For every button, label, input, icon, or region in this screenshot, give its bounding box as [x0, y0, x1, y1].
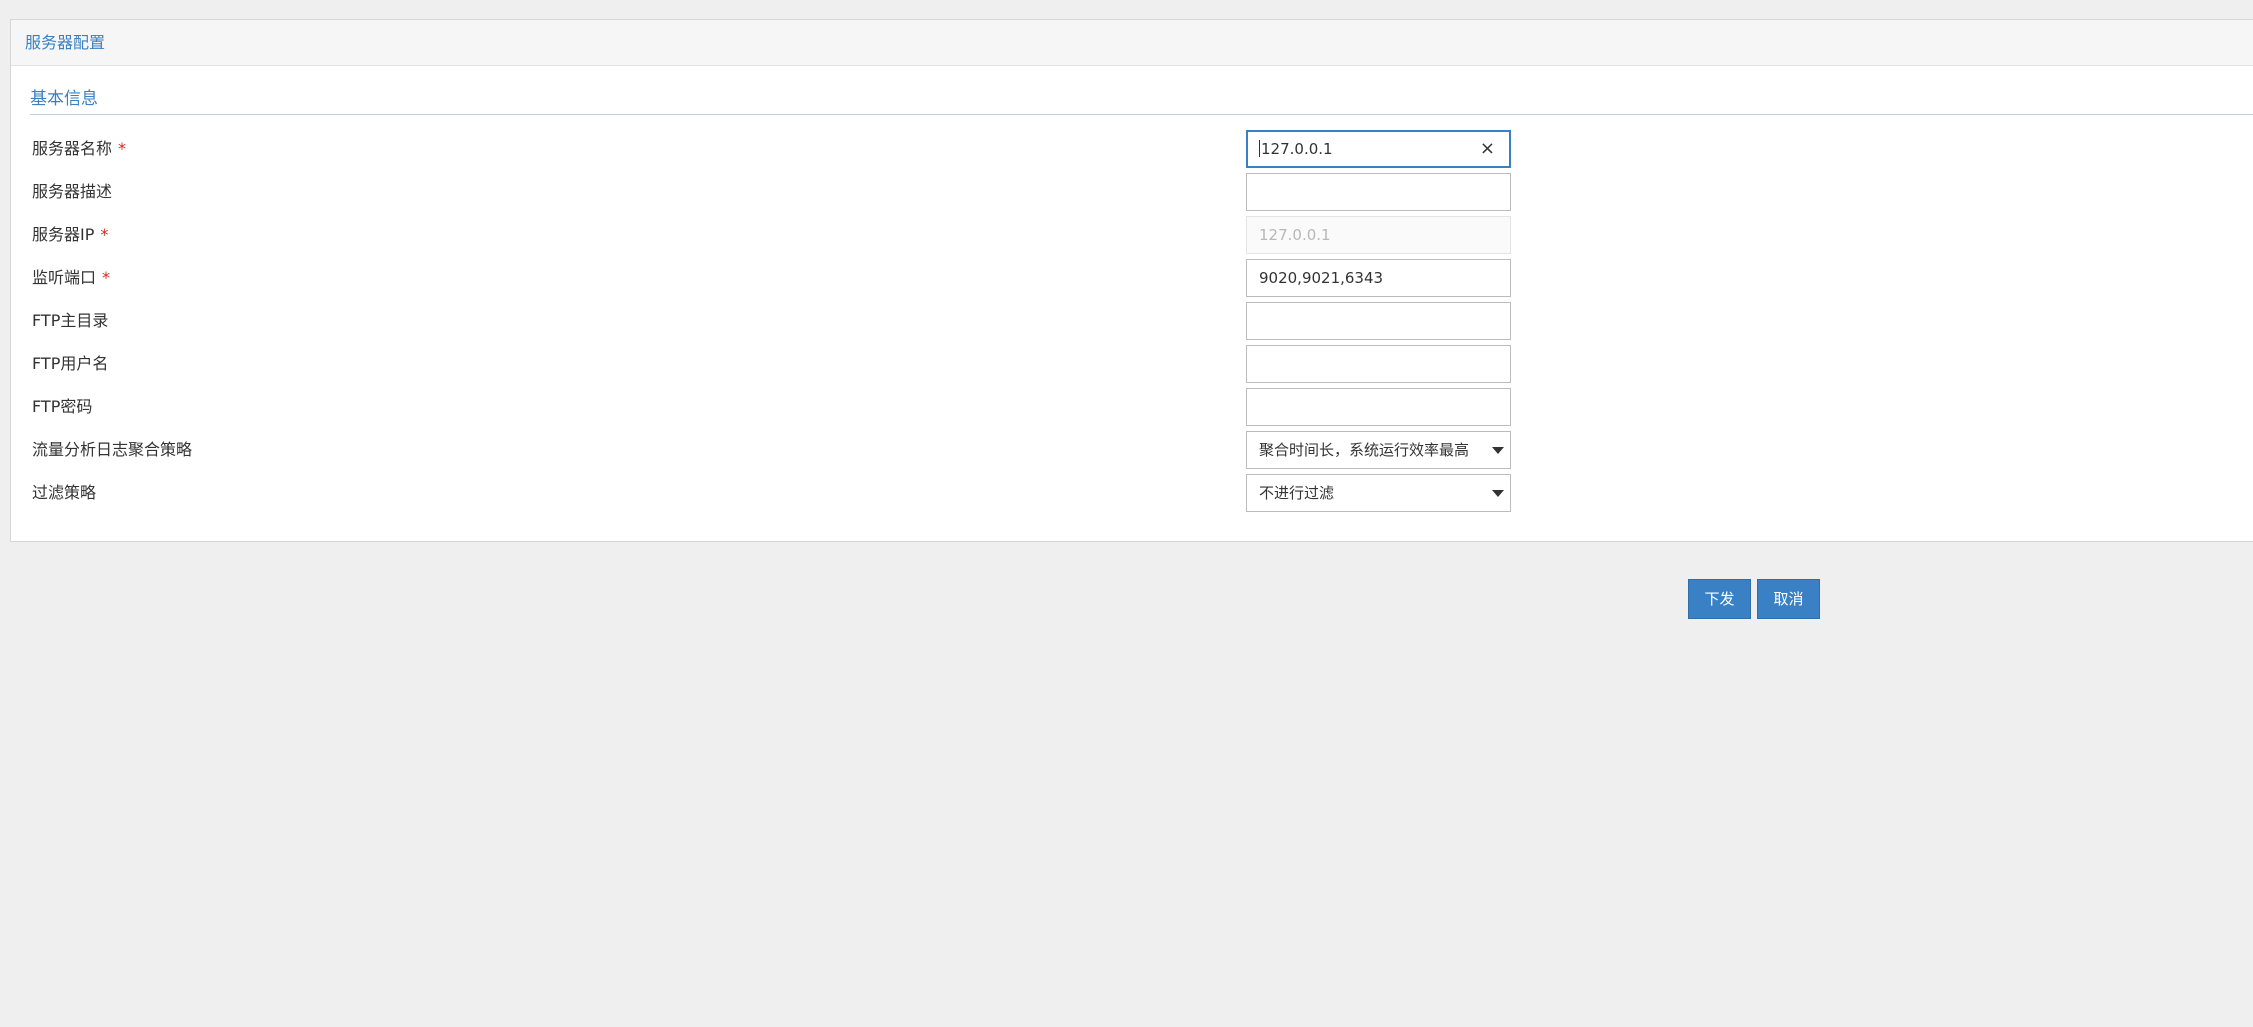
row-server-ip: 服务器IP * 127.0.0.1 [11, 216, 2253, 254]
ftp-password-input[interactable] [1246, 388, 1511, 426]
cancel-button[interactable]: 取消 [1757, 579, 1820, 619]
text-cursor [1259, 140, 1260, 157]
section-divider [30, 114, 2253, 115]
filter-strategy-selected: 不进行过滤 [1259, 484, 1335, 502]
log-strategy-selected: 聚合时间长，系统运行效率最高 [1259, 441, 1470, 459]
ftp-dir-input[interactable] [1246, 302, 1511, 340]
chevron-down-icon[interactable] [1492, 447, 1504, 454]
row-listen-port: 监听端口 * 9020,9021,6343 [11, 259, 2253, 297]
server-name-input[interactable]: 127.0.0.1 × [1246, 130, 1511, 168]
server-desc-input[interactable] [1246, 173, 1511, 211]
ftp-password-label: FTP密码 [32, 397, 93, 416]
server-ip-label: 服务器IP * [32, 225, 109, 244]
server-config-panel: 服务器配置 基本信息 服务器名称 * 127.0.0.1 × 服务器描述 服务器I… [10, 19, 2253, 542]
filter-strategy-select[interactable]: 不进行过滤 [1246, 474, 1511, 512]
filter-strategy-label: 过滤策略 [32, 483, 97, 502]
section-title: 基本信息 [30, 89, 98, 109]
server-name-label: 服务器名称 * [32, 139, 127, 158]
ftp-user-input[interactable] [1246, 345, 1511, 383]
server-ip-input: 127.0.0.1 [1246, 216, 1511, 254]
row-filter-strategy: 过滤策略 不进行过滤 [11, 474, 2253, 512]
listen-port-input[interactable]: 9020,9021,6343 [1246, 259, 1511, 297]
row-ftp-user: FTP用户名 [11, 345, 2253, 383]
listen-port-label: 监听端口 * [32, 268, 111, 287]
submit-button[interactable]: 下发 [1688, 579, 1751, 619]
ftp-user-label: FTP用户名 [32, 354, 109, 373]
server-desc-label: 服务器描述 [32, 182, 113, 201]
chevron-down-icon[interactable] [1492, 490, 1504, 497]
required-marker: * [102, 268, 111, 287]
ftp-dir-label: FTP主目录 [32, 311, 109, 330]
row-log-strategy: 流量分析日志聚合策略 聚合时间长，系统运行效率最高 [11, 431, 2253, 469]
required-marker: * [100, 225, 109, 244]
server-name-value: 127.0.0.1 [1261, 140, 1333, 158]
row-ftp-password: FTP密码 [11, 388, 2253, 426]
panel-title: 服务器配置 [11, 20, 2253, 66]
clear-icon[interactable]: × [1480, 132, 1495, 166]
row-server-name: 服务器名称 * 127.0.0.1 × [11, 130, 2253, 168]
log-strategy-select[interactable]: 聚合时间长，系统运行效率最高 [1246, 431, 1511, 469]
row-server-desc: 服务器描述 [11, 173, 2253, 211]
required-marker: * [118, 139, 127, 158]
row-ftp-dir: FTP主目录 [11, 302, 2253, 340]
log-strategy-label: 流量分析日志聚合策略 [32, 440, 193, 459]
